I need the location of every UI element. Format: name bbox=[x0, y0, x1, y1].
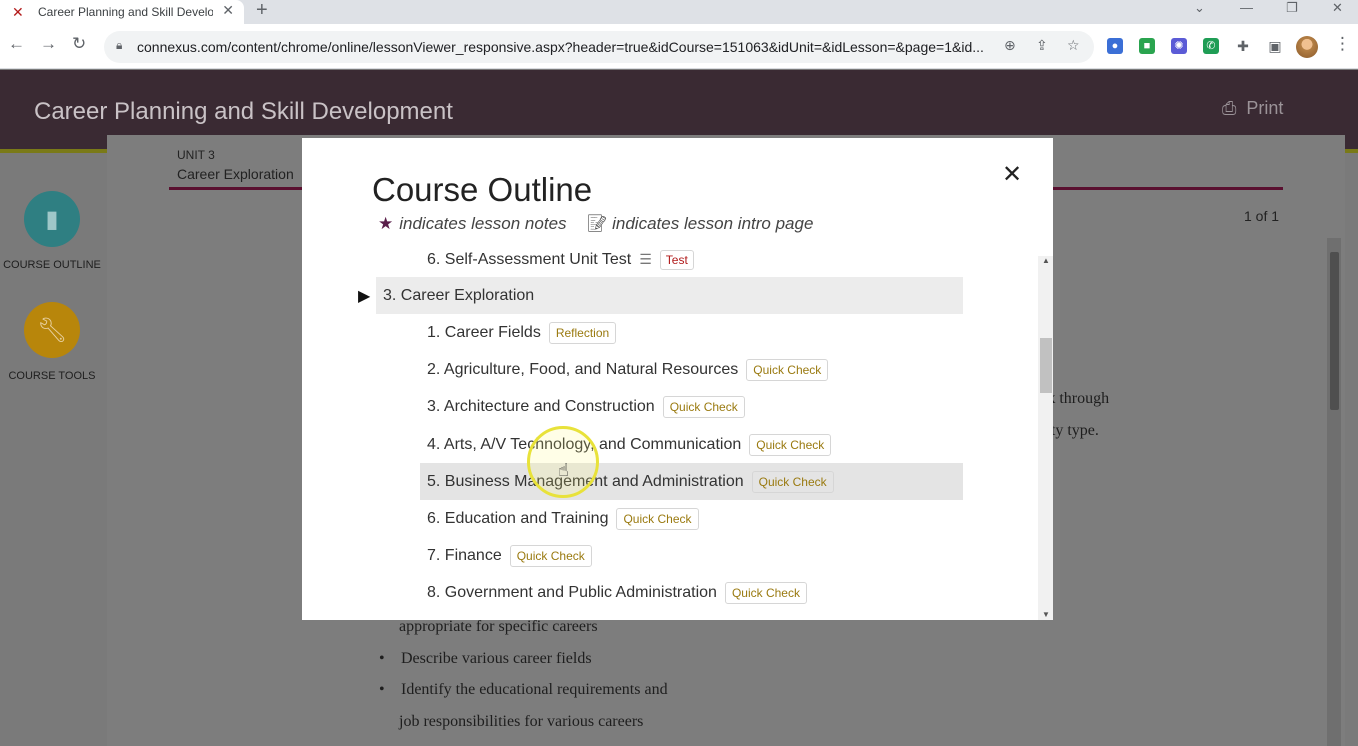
lesson-row[interactable]: 1. Career Fields Reflection bbox=[420, 314, 963, 351]
unit-row[interactable]: 3. Career Exploration bbox=[376, 277, 963, 314]
unit-expand-arrow-icon[interactable]: ▶ bbox=[358, 286, 370, 306]
scroll-up-arrow-icon[interactable]: ▲ bbox=[1042, 256, 1050, 265]
course-outline-label: COURSE OUTLINE bbox=[3, 259, 101, 271]
profile-avatar[interactable] bbox=[1296, 36, 1318, 58]
lesson-row[interactable]: 3. Architecture and Construction Quick C… bbox=[420, 388, 963, 425]
bookmark-star-icon[interactable]: ☆ bbox=[1067, 37, 1080, 54]
zoom-icon[interactable]: ⊕ bbox=[1004, 37, 1016, 54]
lesson-row[interactable]: 6. Education and Training Quick Check bbox=[420, 500, 963, 537]
lesson-title[interactable]: 1. Career Fields bbox=[427, 324, 541, 342]
lesson-text: job responsibilities for various careers bbox=[399, 713, 644, 730]
lesson-row[interactable]: 5. Business Management and Administratio… bbox=[420, 463, 963, 500]
quick-check-badge[interactable]: Quick Check bbox=[509, 544, 592, 567]
minimize-icon[interactable]: — bbox=[1240, 0, 1253, 15]
share-icon[interactable]: ⇪ bbox=[1036, 37, 1048, 54]
quick-check-badge[interactable]: Quick Check bbox=[749, 433, 832, 456]
outline-legend: ★ indicates lesson notes 📝︎ indicates lesso… bbox=[378, 214, 813, 234]
back-icon[interactable]: ← bbox=[8, 34, 25, 54]
close-icon[interactable]: ✕ bbox=[1002, 160, 1022, 189]
quick-check-badge[interactable]: Quick Check bbox=[662, 395, 745, 418]
lesson-title[interactable]: 8. Government and Public Administration bbox=[427, 584, 717, 602]
lesson-title[interactable]: 3. Architecture and Construction bbox=[427, 398, 655, 416]
legend-notes: indicates lesson notes bbox=[399, 214, 567, 233]
unit-title: Career Exploration bbox=[177, 166, 294, 182]
star-icon: ★ bbox=[378, 214, 394, 233]
page-scrollbar-thumb[interactable] bbox=[1330, 252, 1339, 410]
book-icon: ▮ bbox=[24, 191, 80, 247]
browser-tab[interactable]: ✕ Career Planning and Skill Develo ✕ bbox=[0, 0, 244, 24]
phone-extension-icon[interactable]: ✆ bbox=[1203, 38, 1219, 54]
extension-icon[interactable]: ✺ bbox=[1171, 38, 1187, 54]
dialog-title: Course Outline bbox=[372, 171, 593, 208]
lesson-title[interactable]: 6. Self-Assessment Unit Test bbox=[427, 251, 631, 269]
lesson-row[interactable]: 7. Finance Quick Check bbox=[420, 537, 963, 574]
objective-item: Identify the educational requirements an… bbox=[379, 681, 668, 699]
wrench-icon: 🔧︎ bbox=[24, 302, 80, 358]
extension-icon[interactable]: ● bbox=[1107, 38, 1123, 54]
lesson-title[interactable]: 2. Agriculture, Food, and Natural Resour… bbox=[427, 361, 738, 379]
lesson-row[interactable]: 2. Agriculture, Food, and Natural Resour… bbox=[420, 351, 963, 388]
extension-icon[interactable]: ■ bbox=[1139, 38, 1155, 54]
quick-check-badge[interactable]: Quick Check bbox=[616, 507, 699, 530]
quick-check-badge[interactable]: Quick Check bbox=[724, 581, 807, 604]
course-tools-label: COURSE TOOLS bbox=[8, 370, 96, 382]
side-panel-icon[interactable]: ▣ bbox=[1267, 38, 1283, 54]
lesson-title[interactable]: 7. Finance bbox=[427, 547, 502, 565]
reflection-badge[interactable]: Reflection bbox=[548, 321, 617, 344]
scroll-down-arrow-icon[interactable]: ▼ bbox=[1042, 610, 1050, 619]
new-tab-icon[interactable]: + bbox=[256, 0, 268, 22]
lesson-row[interactable]: 6. Self-Assessment Unit Test ☰ Test bbox=[420, 250, 963, 278]
page-counter: 1 of 1 bbox=[1244, 208, 1280, 224]
quick-check-badge[interactable]: Quick Check bbox=[746, 358, 829, 381]
reload-icon[interactable]: ↻ bbox=[72, 34, 86, 54]
extensions-puzzle-icon[interactable]: ✚ bbox=[1235, 38, 1251, 54]
browser-toolbar: ← → ↻ 🔒︎ connexus.com/content/chrome/onl… bbox=[0, 24, 1358, 69]
print-label: Print bbox=[1246, 98, 1284, 118]
legend-intro: indicates lesson intro page bbox=[612, 214, 814, 233]
intro-page-icon[interactable]: ☰ bbox=[639, 251, 652, 268]
quick-check-badge[interactable]: Quick Check bbox=[751, 470, 834, 493]
test-badge[interactable]: Test bbox=[659, 250, 694, 270]
connexus-favicon-icon: ✕ bbox=[12, 3, 24, 20]
outline-list: 6. Self-Assessment Unit Test ☰ Test ▶ 3.… bbox=[302, 250, 1037, 620]
course-outline-button[interactable]: ▮ COURSE OUTLINE bbox=[0, 191, 104, 271]
lesson-row[interactable]: 8. Government and Public Administration … bbox=[420, 574, 963, 611]
browser-tab-strip: ✕ Career Planning and Skill Develo ✕ + ⌄… bbox=[0, 0, 1358, 24]
outline-scrollbar[interactable] bbox=[1038, 256, 1053, 620]
tab-close-icon[interactable]: ✕ bbox=[222, 2, 234, 19]
printer-icon: ⎙ bbox=[1222, 98, 1237, 118]
outline-scrollbar-thumb[interactable] bbox=[1040, 338, 1052, 393]
intro-page-icon: 📝︎ bbox=[586, 214, 609, 233]
tab-title: Career Planning and Skill Develo bbox=[38, 5, 213, 19]
forward-icon[interactable]: → bbox=[40, 34, 57, 54]
address-bar[interactable]: 🔒︎ connexus.com/content/chrome/online/le… bbox=[104, 31, 1094, 63]
lesson-title[interactable]: 6. Education and Training bbox=[427, 510, 608, 528]
unit-row-title[interactable]: 3. Career Exploration bbox=[383, 287, 534, 305]
unit-label: UNIT 3 bbox=[177, 148, 215, 162]
course-title: Career Planning and Skill Development bbox=[34, 98, 453, 125]
hand-pointer-icon: ☝︎ bbox=[558, 460, 569, 480]
course-tools-button[interactable]: 🔧︎ COURSE TOOLS bbox=[0, 302, 104, 382]
objective-item: Describe various career fields bbox=[379, 650, 592, 668]
tab-search-icon[interactable]: ⌄ bbox=[1194, 0, 1205, 16]
print-button[interactable]: ⎙ Print bbox=[1222, 98, 1283, 119]
window-close-icon[interactable]: ✕ bbox=[1332, 0, 1343, 16]
restore-icon[interactable]: ❐ bbox=[1286, 0, 1298, 16]
course-outline-dialog: Course Outline ✕ ★ indicates lesson notes… bbox=[302, 138, 1053, 620]
lesson-row[interactable]: 4. Arts, A/V Technology, and Communicati… bbox=[420, 426, 963, 463]
lesson-text: appropriate for specific careers bbox=[399, 618, 598, 635]
lock-icon[interactable]: 🔒︎ bbox=[116, 38, 122, 53]
url-text[interactable]: connexus.com/content/chrome/online/lesso… bbox=[137, 39, 997, 55]
menu-kebab-icon[interactable]: ⋮ bbox=[1334, 34, 1351, 54]
